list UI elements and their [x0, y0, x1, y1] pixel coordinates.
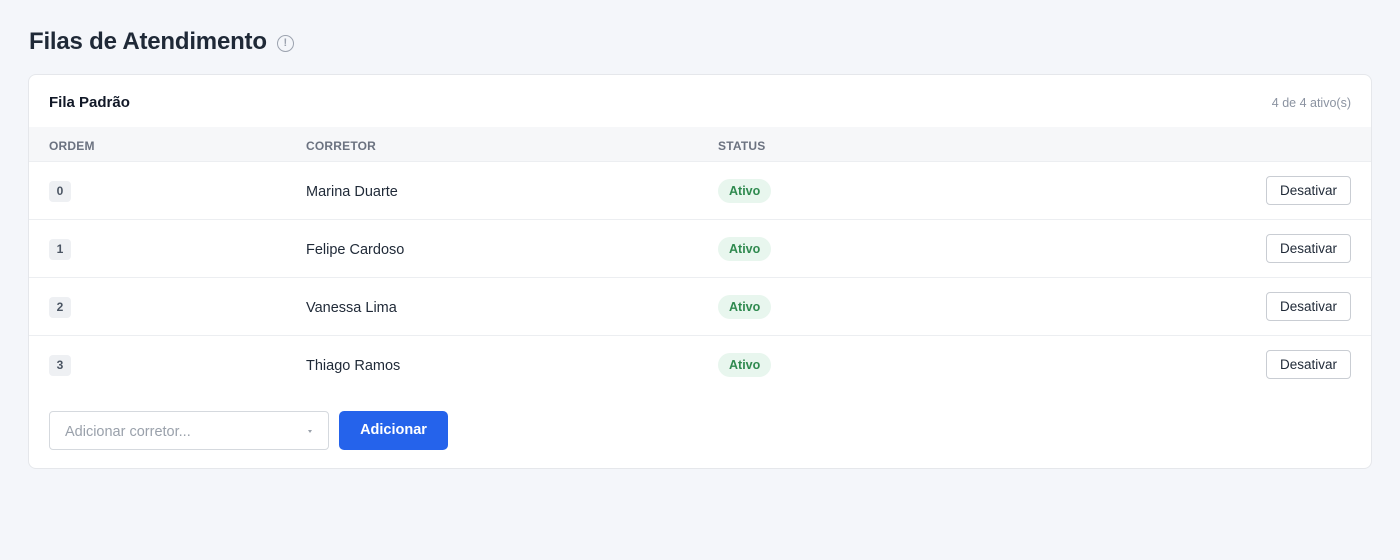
queue-card: Fila Padrão 4 de 4 ativo(s) ORDEM CORRET… — [28, 74, 1372, 469]
broker-name: Vanessa Lima — [306, 300, 397, 316]
order-badge: 1 — [49, 239, 71, 260]
add-broker-select[interactable]: Adicionar corretor... — [49, 411, 329, 450]
add-broker-placeholder: Adicionar corretor... — [65, 424, 191, 440]
status-badge: Ativo — [718, 179, 772, 203]
column-header-ordem: ORDEM — [49, 139, 95, 153]
queue-title: Fila Padrão — [49, 94, 130, 111]
info-icon[interactable]: ! — [276, 34, 294, 52]
table-row: 2 Vanessa Lima Ativo Desativar — [29, 278, 1371, 336]
deactivate-button[interactable]: Desativar — [1266, 234, 1351, 263]
status-badge: Ativo — [718, 353, 772, 377]
column-header-status: STATUS — [718, 139, 766, 153]
deactivate-button[interactable]: Desativar — [1266, 292, 1351, 321]
status-badge: Ativo — [718, 295, 772, 319]
page-header: Filas de Atendimento ! — [29, 28, 294, 56]
add-broker-button[interactable]: Adicionar — [339, 411, 448, 450]
chevron-down-icon — [308, 430, 312, 433]
broker-name: Marina Duarte — [306, 184, 398, 200]
table-row: 1 Felipe Cardoso Ativo Desativar — [29, 220, 1371, 278]
table-row: 0 Marina Duarte Ativo Desativar — [29, 162, 1371, 220]
deactivate-button[interactable]: Desativar — [1266, 176, 1351, 205]
queue-card-header: Fila Padrão 4 de 4 ativo(s) — [29, 75, 1371, 127]
active-count: 4 de 4 ativo(s) — [1271, 96, 1351, 110]
column-header-corretor: CORRETOR — [306, 139, 377, 153]
order-badge: 3 — [49, 355, 71, 376]
page: Filas de Atendimento ! Fila Padrão 4 de … — [0, 0, 1400, 560]
table-header: ORDEM CORRETOR STATUS — [29, 127, 1371, 162]
deactivate-button[interactable]: Desativar — [1266, 350, 1351, 379]
status-badge: Ativo — [718, 237, 772, 261]
broker-name: Thiago Ramos — [306, 358, 401, 374]
order-badge: 2 — [49, 297, 71, 318]
page-title: Filas de Atendimento — [29, 28, 267, 55]
broker-name: Felipe Cardoso — [306, 242, 405, 258]
order-badge: 0 — [49, 181, 71, 202]
table-row: 3 Thiago Ramos Ativo Desativar — [29, 336, 1371, 394]
